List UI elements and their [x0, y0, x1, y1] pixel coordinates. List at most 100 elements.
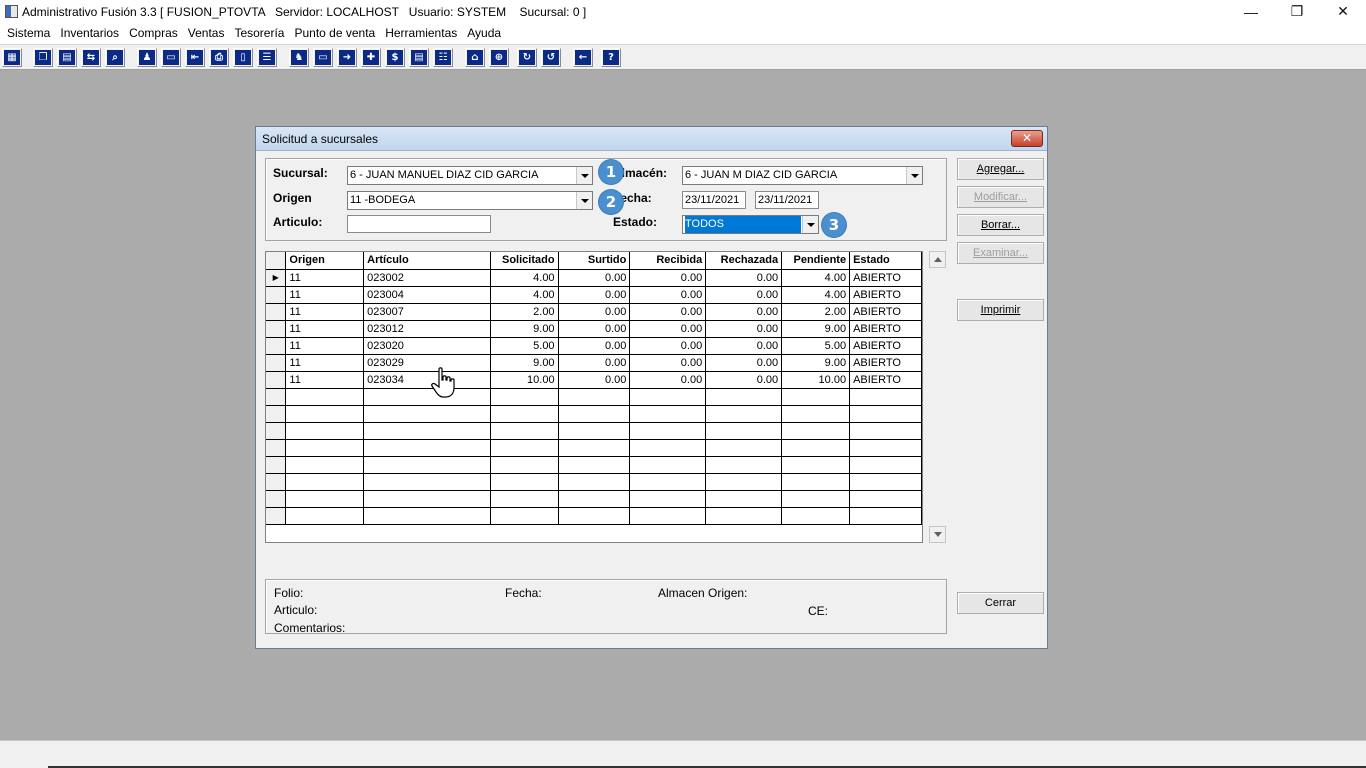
menu-herramientas[interactable]: Herramientas	[380, 23, 462, 44]
cell-rechazada[interactable]: 0.00	[705, 303, 783, 321]
cell-pendiente[interactable]	[781, 490, 851, 508]
card-icon[interactable]: ▭	[313, 48, 333, 67]
column-header-solicitado[interactable]: Solicitado	[490, 252, 559, 270]
cell-articulo[interactable]: 023012	[363, 320, 491, 338]
menu-punto-de-venta[interactable]: Punto de venta	[289, 23, 380, 44]
print-icon[interactable]: ⎙	[209, 48, 229, 67]
cell-articulo[interactable]	[363, 507, 491, 525]
table-row[interactable]: 11 023029 9.00 0.00 0.00 0.00 9.00 ABIERTO	[266, 354, 922, 372]
chevron-down-icon[interactable]	[576, 192, 592, 209]
restore-button[interactable]: ❐	[1274, 0, 1320, 23]
cell-origen[interactable]	[285, 405, 365, 423]
cell-pendiente[interactable]	[781, 422, 851, 440]
column-header-origen[interactable]: Origen	[285, 252, 365, 270]
cell-solicitado[interactable]: 5.00	[490, 337, 559, 355]
zoom-icon[interactable]: ⊕	[489, 48, 509, 67]
cell-recibida[interactable]: 0.00	[629, 354, 707, 372]
cell-recibida[interactable]	[629, 490, 707, 508]
menu-ventas[interactable]: Ventas	[183, 23, 230, 44]
column-header-articulo[interactable]: Artículo	[363, 252, 491, 270]
cell-articulo[interactable]	[363, 456, 491, 474]
examinar-button[interactable]: Examinar...	[957, 242, 1044, 264]
cell-estado[interactable]	[849, 507, 922, 525]
cell-pendiente[interactable]: 4.00	[781, 286, 851, 304]
cell-surtido[interactable]: 0.00	[558, 354, 631, 372]
table-row[interactable]	[266, 439, 922, 457]
cell-rechazada[interactable]: 0.00	[705, 320, 783, 338]
cell-solicitado[interactable]	[490, 473, 559, 491]
cell-estado[interactable]: ABIERTO	[849, 286, 922, 304]
cell-solicitado[interactable]	[490, 405, 559, 423]
cell-origen[interactable]: 11	[285, 320, 365, 338]
cell-recibida[interactable]	[629, 507, 707, 525]
cell-solicitado[interactable]	[490, 388, 559, 406]
row-indicator[interactable]	[266, 439, 287, 457]
cell-rechazada[interactable]	[705, 405, 783, 423]
refresh-icon[interactable]: ↻	[517, 48, 537, 67]
cell-surtido[interactable]: 0.00	[558, 286, 631, 304]
row-indicator[interactable]	[266, 405, 287, 423]
cell-solicitado[interactable]: 9.00	[490, 320, 559, 338]
imprimir-button[interactable]: Imprimir	[957, 299, 1044, 321]
cell-pendiente[interactable]: 10.00	[781, 371, 851, 389]
menu-ayuda[interactable]: Ayuda	[462, 23, 506, 44]
cell-estado[interactable]	[849, 422, 922, 440]
table-row[interactable]: 11 023004 4.00 0.00 0.00 0.00 4.00 ABIERTO	[266, 286, 922, 304]
requests-grid[interactable]: Origen Artículo Solicitado Surtido Recib…	[265, 251, 923, 543]
report-icon[interactable]: ▤	[409, 48, 429, 67]
users-icon[interactable]: ♞	[289, 48, 309, 67]
cell-articulo[interactable]: 023029	[363, 354, 491, 372]
cell-pendiente[interactable]	[781, 473, 851, 491]
menu-inventarios[interactable]: Inventarios	[55, 23, 124, 44]
cell-surtido[interactable]	[558, 439, 631, 457]
cell-rechazada[interactable]: 0.00	[705, 337, 783, 355]
cell-surtido[interactable]: 0.00	[558, 320, 631, 338]
cell-articulo[interactable]	[363, 422, 491, 440]
table-row[interactable]	[266, 422, 922, 440]
undo-icon[interactable]: ↺	[541, 48, 561, 67]
cell-solicitado[interactable]	[490, 439, 559, 457]
exit-icon[interactable]: ⇤	[185, 48, 205, 67]
scroll-up-icon[interactable]	[929, 251, 946, 268]
row-indicator[interactable]	[266, 456, 287, 474]
cell-surtido[interactable]	[558, 388, 631, 406]
cell-surtido[interactable]	[558, 422, 631, 440]
cell-estado[interactable]	[849, 439, 922, 457]
cell-recibida[interactable]	[629, 405, 707, 423]
cell-estado[interactable]: ABIERTO	[849, 303, 922, 321]
cell-estado[interactable]: ABIERTO	[849, 269, 922, 287]
scroll-down-icon[interactable]	[929, 526, 946, 543]
cell-pendiente[interactable]	[781, 388, 851, 406]
row-indicator[interactable]	[266, 337, 287, 355]
row-indicator[interactable]	[266, 354, 287, 372]
row-indicator[interactable]	[266, 371, 287, 389]
menu-compras[interactable]: Compras	[124, 23, 183, 44]
cell-estado[interactable]: ABIERTO	[849, 354, 922, 372]
chevron-down-icon[interactable]	[576, 167, 592, 184]
cell-surtido[interactable]: 0.00	[558, 303, 631, 321]
cell-surtido[interactable]	[558, 473, 631, 491]
cell-surtido[interactable]: 0.00	[558, 337, 631, 355]
cell-origen[interactable]: 11	[285, 371, 365, 389]
copy-icon[interactable]: ❐	[33, 48, 53, 67]
column-header-rechazada[interactable]: Rechazada	[705, 252, 783, 270]
row-indicator[interactable]	[266, 320, 287, 338]
menu-tesoreria[interactable]: Tesorería	[229, 23, 289, 44]
almacen-combo[interactable]: 6 - JUAN M DIAZ CID GARCIA	[682, 166, 923, 185]
column-header-estado[interactable]: Estado	[849, 252, 922, 270]
agregar-button[interactable]: Agregar...	[957, 158, 1044, 180]
table-row[interactable]: ▶ 11 023002 4.00 0.00 0.00 0.00 4.00 ABIERTO	[266, 269, 922, 287]
row-indicator[interactable]: ▶	[266, 269, 287, 287]
cell-articulo[interactable]: 023020	[363, 337, 491, 355]
column-header-pendiente[interactable]: Pendiente	[781, 252, 851, 270]
table-row[interactable]: 11 023007 2.00 0.00 0.00 0.00 2.00 ABIERTO	[266, 303, 922, 321]
cell-surtido[interactable]: 0.00	[558, 269, 631, 287]
cell-origen[interactable]	[285, 388, 365, 406]
cell-pendiente[interactable]	[781, 507, 851, 525]
cell-origen[interactable]	[285, 507, 365, 525]
cell-solicitado[interactable]	[490, 507, 559, 525]
cell-solicitado[interactable]	[490, 490, 559, 508]
cell-articulo[interactable]: 023002	[363, 269, 491, 287]
cell-origen[interactable]	[285, 490, 365, 508]
cell-solicitado[interactable]: 2.00	[490, 303, 559, 321]
